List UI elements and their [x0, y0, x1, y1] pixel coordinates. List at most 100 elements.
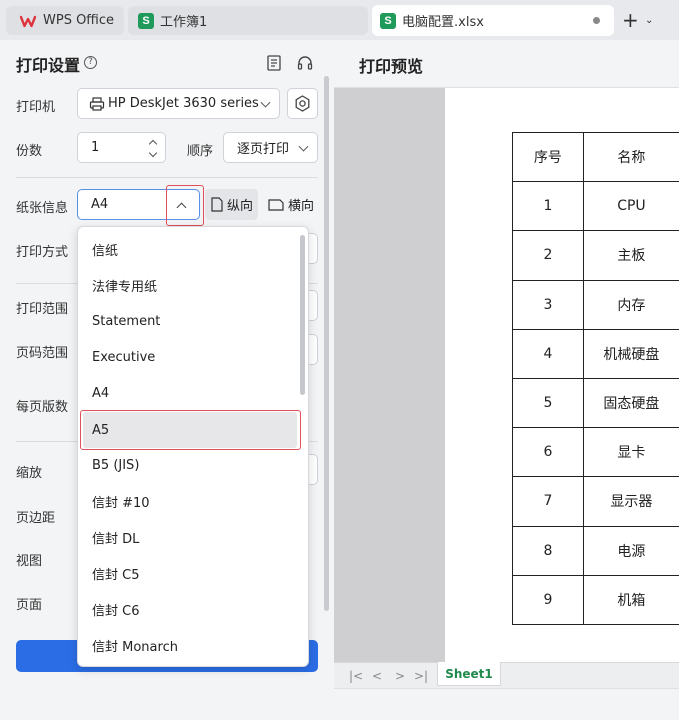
prev-sheet-icon[interactable]: <: [372, 669, 382, 683]
page-range-label: 页码范围: [16, 346, 69, 361]
table-row: 9 机箱: [512, 574, 679, 625]
landscape-label: 横向: [288, 199, 315, 214]
settings-hexagon-icon: [295, 95, 310, 112]
first-sheet-icon[interactable]: |<: [349, 669, 363, 683]
sheet-tab[interactable]: Sheet1: [437, 662, 501, 686]
order-label: 顺序: [187, 144, 214, 159]
dropdown-item[interactable]: Statement: [78, 303, 298, 339]
spin-up-icon[interactable]: [148, 139, 158, 149]
dropdown-item[interactable]: 信封 Monarch: [78, 627, 298, 663]
divider: [16, 177, 318, 178]
sheet-nav-bar: |< < > >| Sheet1: [334, 662, 679, 688]
tab-wps-label: WPS Office: [43, 13, 115, 28]
table-cell: CPU: [582, 181, 679, 232]
portrait-label: 纵向: [227, 199, 254, 214]
table-cell: 9: [512, 574, 584, 625]
order-value: 逐页打印: [237, 142, 290, 157]
portrait-icon: [211, 197, 223, 212]
spreadsheet-icon: S: [380, 12, 396, 29]
dropdown-item[interactable]: B5 (JIS): [78, 447, 298, 483]
spreadsheet-icon: S: [138, 12, 154, 29]
table-row: 7 显示器: [512, 476, 679, 527]
table-row: 2 主板: [512, 230, 679, 281]
table-row: 8 电源: [512, 525, 679, 576]
table-cell: 机械硬盘: [582, 328, 679, 379]
table-header-cell: 名称: [582, 131, 679, 183]
table-row: 1 CPU: [512, 181, 679, 232]
help-icon[interactable]: ?: [84, 56, 97, 69]
panel-scrollbar[interactable]: [324, 76, 329, 611]
order-select[interactable]: 逐页打印: [223, 132, 318, 163]
table-cell: 内存: [582, 279, 679, 330]
copies-stepper[interactable]: 1: [77, 132, 166, 163]
printer-select[interactable]: HP DeskJet 3630 series: [77, 88, 280, 119]
preview-page: 序号 名称 1 CPU 2 主板 3 内存 4 机械硬盘 5 固态硬盘 6 显卡 7 显示器 8 电源 9 机箱: [445, 88, 679, 662]
chevron-down-icon[interactable]: ⌄: [645, 15, 653, 26]
table-row: 4 机械硬盘: [512, 328, 679, 379]
next-sheet-icon[interactable]: >: [395, 669, 405, 683]
per-page-label: 每页版数: [16, 400, 69, 415]
dropdown-item[interactable]: 信封 DL: [78, 519, 298, 555]
page-setup-icon[interactable]: [265, 54, 283, 72]
table-cell: 电源: [582, 525, 679, 576]
table-cell: 固态硬盘: [582, 377, 679, 429]
dropdown-item[interactable]: 法律专用纸: [78, 267, 298, 303]
printer-settings-button[interactable]: [287, 88, 318, 119]
dropdown-item[interactable]: Executive: [78, 339, 298, 375]
status-bar: [334, 688, 679, 720]
tab-computer-config[interactable]: S 电脑配置.xlsx: [372, 5, 614, 36]
chevron-down-icon: [298, 141, 309, 152]
table-cell: 6: [512, 427, 584, 478]
scale-label: 缩放: [16, 466, 43, 481]
table-cell: 3: [512, 279, 584, 330]
landscape-button[interactable]: 横向: [266, 189, 326, 220]
dropdown-item[interactable]: 信纸: [78, 231, 298, 267]
dropdown-item[interactable]: 信封 #10: [78, 483, 298, 519]
selected-item-highlight: [80, 410, 301, 450]
headset-icon[interactable]: [296, 54, 314, 72]
landscape-icon: [268, 198, 284, 211]
table-row: 5 固态硬盘: [512, 377, 679, 429]
printer-value: HP DeskJet 3630 series: [108, 96, 259, 111]
dropdown-item[interactable]: 信封 C5: [78, 555, 298, 591]
printer-icon: [89, 96, 105, 112]
table-row: 6 显卡: [512, 427, 679, 478]
table-row: 3 内存: [512, 279, 679, 330]
dropdown-item[interactable]: A4: [78, 375, 298, 411]
tab-workbook1[interactable]: S 工作簿1: [128, 6, 368, 35]
tab-wps-office[interactable]: WPS Office: [6, 6, 124, 35]
last-sheet-icon[interactable]: >|: [414, 669, 428, 683]
dropdown-scrollbar[interactable]: [300, 235, 305, 395]
table-cell: 7: [512, 476, 584, 527]
paper-label: 纸张信息: [16, 201, 69, 216]
table-cell: 2: [512, 230, 584, 281]
table-cell: 1: [512, 181, 584, 232]
chevron-down-icon: [260, 97, 271, 108]
table-header-row: 序号 名称: [512, 131, 679, 183]
table-cell: 4: [512, 328, 584, 379]
print-range-label: 打印范围: [16, 302, 69, 317]
table-cell: 机箱: [582, 574, 679, 625]
table-cell: 8: [512, 525, 584, 576]
tab-workbook1-label: 工作簿1: [160, 15, 208, 30]
print-preview-panel: 打印预览 序号 名称 1 CPU 2 主板 3 内存 4 机械硬盘 5 固态硬盘 6 显卡 7 显示器 8 电源 9…: [334, 40, 679, 720]
view-label: 视图: [16, 554, 43, 569]
unsaved-dot-icon[interactable]: [593, 17, 600, 24]
dropdown-item[interactable]: 信封 C6: [78, 591, 298, 627]
spin-down-icon[interactable]: [148, 148, 158, 158]
table-cell: 显卡: [582, 427, 679, 478]
preview-title: 打印预览: [359, 57, 424, 76]
paper-size-value: A4: [91, 197, 109, 212]
margin-label: 页边距: [16, 511, 56, 526]
table-cell: 5: [512, 377, 584, 429]
portrait-button[interactable]: 纵向: [205, 189, 258, 220]
tab-bar: WPS Office S 工作簿1 S 电脑配置.xlsx + ⌄: [0, 0, 679, 40]
copies-value: 1: [91, 140, 100, 155]
page-label: 页面: [16, 598, 43, 613]
copies-label: 份数: [16, 144, 43, 159]
table-cell: 主板: [582, 230, 679, 281]
add-tab-icon[interactable]: +: [622, 10, 639, 30]
wps-logo-icon: [20, 13, 36, 29]
print-mode-label: 打印方式: [16, 245, 69, 260]
tab-computer-config-label: 电脑配置.xlsx: [402, 15, 484, 30]
